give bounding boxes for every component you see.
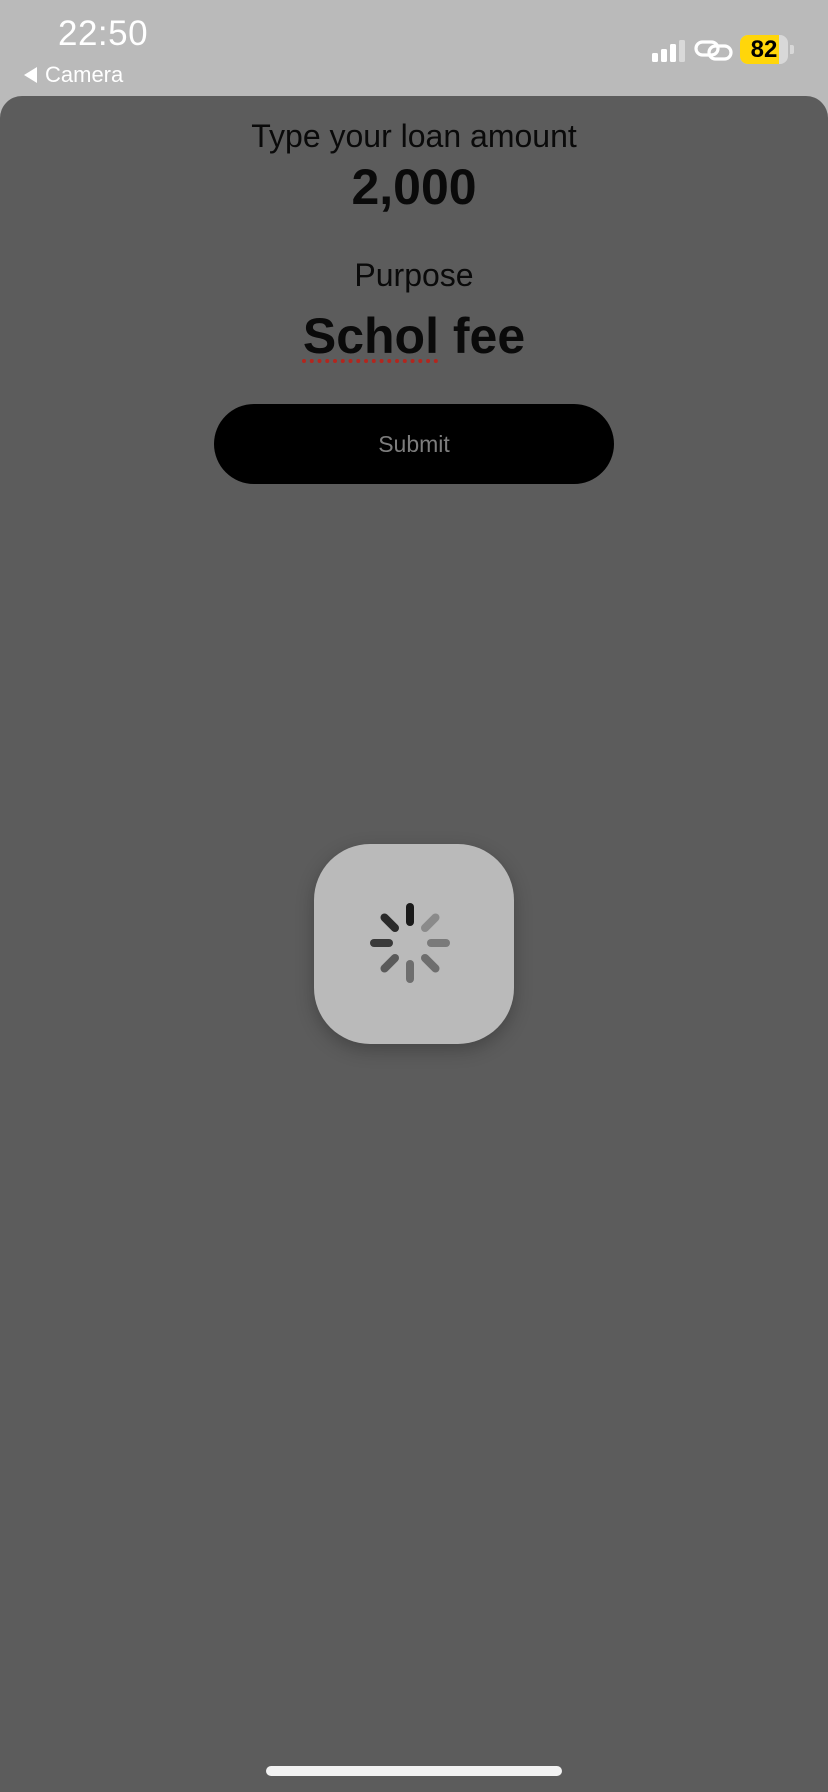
misspelled-word: Schol	[302, 308, 439, 364]
spinner-icon	[370, 903, 450, 983]
status-time: 22:50	[58, 14, 149, 53]
battery-level: 82	[750, 36, 778, 63]
purpose-value-rest: fee	[438, 308, 526, 364]
back-to-camera-link[interactable]: Camera	[24, 62, 123, 88]
purpose-value: Schol fee	[0, 307, 828, 365]
status-bar: 22:50 Camera 82	[0, 0, 828, 96]
cellular-signal-icon	[652, 40, 685, 62]
battery-icon: 82	[740, 35, 794, 64]
personal-hotspot-icon	[694, 40, 733, 61]
home-indicator[interactable]	[266, 1766, 562, 1776]
back-link-label: Camera	[45, 62, 124, 87]
submit-button[interactable]: Submit	[214, 404, 614, 484]
purpose-label: Purpose	[354, 257, 474, 293]
loan-amount-label: Type your loan amount	[251, 118, 577, 154]
loading-indicator	[314, 844, 514, 1044]
loan-amount-value: 2,000	[351, 159, 477, 215]
screen: 22:50 Camera 82 Type your loan amount 2,…	[0, 0, 828, 1792]
back-arrow-icon	[24, 67, 37, 83]
